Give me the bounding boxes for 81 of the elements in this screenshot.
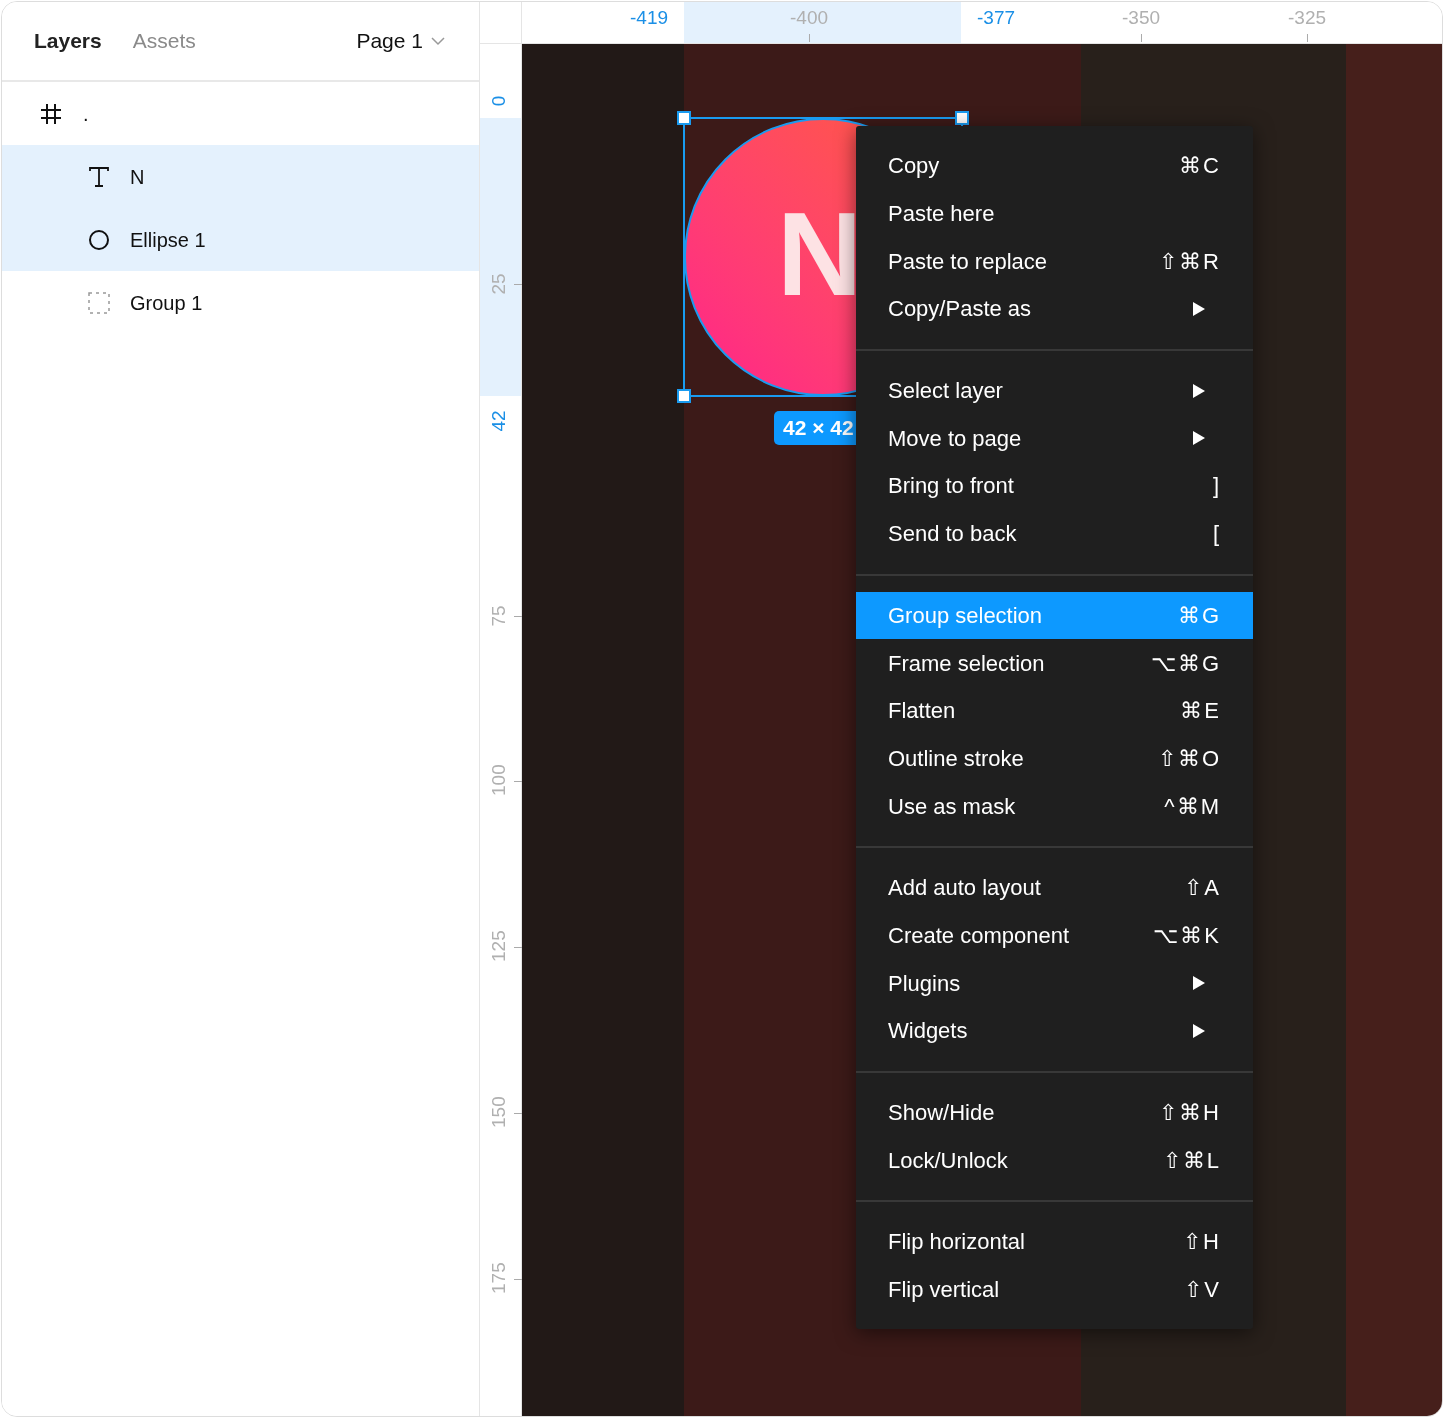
layer-name: Group 1 <box>130 290 203 316</box>
layer-row[interactable]: N <box>2 145 479 208</box>
shortcut: ⇧⌘H <box>1159 1099 1221 1128</box>
hash-icon <box>39 101 63 126</box>
shortcut: ⌘C <box>1179 152 1221 181</box>
chevron-down-icon <box>431 36 445 46</box>
menu-item[interactable]: Show/Hide ⇧⌘H <box>856 1088 1253 1137</box>
shortcut: ⇧A <box>1184 874 1221 903</box>
shortcut: ⇧H <box>1183 1228 1221 1257</box>
ruler-label: -400 <box>790 6 828 30</box>
shortcut: ⇧⌘R <box>1159 247 1221 276</box>
ruler-label: 125 <box>487 932 510 962</box>
menu-item[interactable]: Flip horizontal ⇧H <box>856 1218 1253 1266</box>
menu-item-label: Lock/Unlock <box>888 1146 1008 1175</box>
ruler-label: 75 <box>487 604 510 629</box>
ruler-label: 0 <box>487 94 510 109</box>
menu-item-label: Frame selection <box>888 649 1045 678</box>
menu-item-label: Show/Hide <box>888 1099 995 1128</box>
menu-item-label: Use as mask <box>888 792 1016 821</box>
ruler-label: -377 <box>977 6 1015 30</box>
menu-item[interactable]: Flatten ⌘E <box>856 686 1253 735</box>
menu-item[interactable]: Send to back [ <box>856 509 1253 558</box>
menu-item-label: Paste here <box>888 200 995 229</box>
ruler-label: -325 <box>1288 6 1326 30</box>
shortcut: ⌥⌘G <box>1150 649 1221 678</box>
menu-item-label: Outline stroke <box>888 744 1024 773</box>
menu-item[interactable]: Copy ⌘C <box>856 142 1253 190</box>
menu-item-label: Flip horizontal <box>888 1228 1025 1257</box>
panel-tab[interactable]: Assets <box>132 25 196 57</box>
ruler-label: 150 <box>487 1098 510 1128</box>
shortcut: ⇧⌘L <box>1162 1146 1221 1175</box>
menu-item-label: Send to back <box>888 520 1017 549</box>
layer-row[interactable]: Ellipse 1 <box>2 208 479 271</box>
menu-item-label: Copy <box>888 152 940 181</box>
layer-name: N <box>130 164 145 190</box>
ruler-label: -350 <box>1122 6 1160 30</box>
ruler-label: -419 <box>630 6 668 30</box>
menu-item[interactable]: Use as mask ^⌘M <box>856 782 1253 830</box>
shortcut: ⇧⌘O <box>1157 744 1221 773</box>
menu-item[interactable]: Lock/Unlock ⇧⌘L <box>856 1136 1253 1185</box>
shortcut: ⌥⌘K <box>1153 921 1221 950</box>
menu-item[interactable]: Outline stroke ⇧⌘O <box>856 734 1253 783</box>
menu-item-label: Bring to front <box>888 472 1014 501</box>
menu-item[interactable]: Widgets <box>856 1007 1253 1055</box>
menu-item[interactable]: Frame selection ⌥⌘G <box>856 639 1253 687</box>
ruler-label: 175 <box>487 1264 510 1294</box>
panel-tab[interactable]: Layers <box>34 25 102 57</box>
menu-item-label: Flatten <box>888 697 956 726</box>
menu-item[interactable]: Create component ⌥⌘K <box>856 911 1253 960</box>
layer-name: . <box>83 101 89 127</box>
menu-item-label: Plugins <box>888 969 961 998</box>
shortcut: ^⌘M <box>1164 792 1221 821</box>
ruler-label: 42 <box>487 409 510 434</box>
menu-item[interactable]: Add auto layout ⇧A <box>856 863 1253 912</box>
menu-item-label: Paste to replace <box>888 247 1047 276</box>
text-icon <box>88 165 110 188</box>
menu-item-label: Copy/Paste as <box>888 295 1032 324</box>
shortcut: ⇧V <box>1184 1276 1221 1305</box>
circle-icon <box>88 228 110 251</box>
menu-item-label: Move to page <box>888 424 1022 453</box>
selection-handle[interactable] <box>677 389 691 403</box>
shortcut: ⌘E <box>1180 697 1221 726</box>
page-selector[interactable]: Page 1 <box>356 25 445 57</box>
ruler-label: 100 <box>487 766 510 796</box>
menu-item-label: Group selection <box>888 601 1043 630</box>
menu-item-label: Widgets <box>888 1017 968 1046</box>
shortcut: [ <box>1212 520 1221 549</box>
layer-name: Ellipse 1 <box>130 227 206 253</box>
selection-handle[interactable] <box>677 111 691 125</box>
menu-item-label: Flip vertical <box>888 1276 1000 1305</box>
menu-item[interactable]: Flip vertical ⇧V <box>856 1265 1253 1314</box>
menu-item-label: Create component <box>888 921 1069 950</box>
menu-item-label: Select layer <box>888 377 1003 406</box>
menu-item[interactable]: Plugins <box>856 959 1253 1007</box>
menu-item[interactable]: Bring to front ] <box>856 462 1253 510</box>
dashed-square-icon <box>88 291 110 314</box>
selection-handle[interactable] <box>955 111 969 125</box>
ruler-label: 25 <box>487 272 510 297</box>
shortcut: ] <box>1212 472 1221 501</box>
menu-item-label: Add auto layout <box>888 874 1041 903</box>
shortcut: ⌘G <box>1177 601 1221 630</box>
